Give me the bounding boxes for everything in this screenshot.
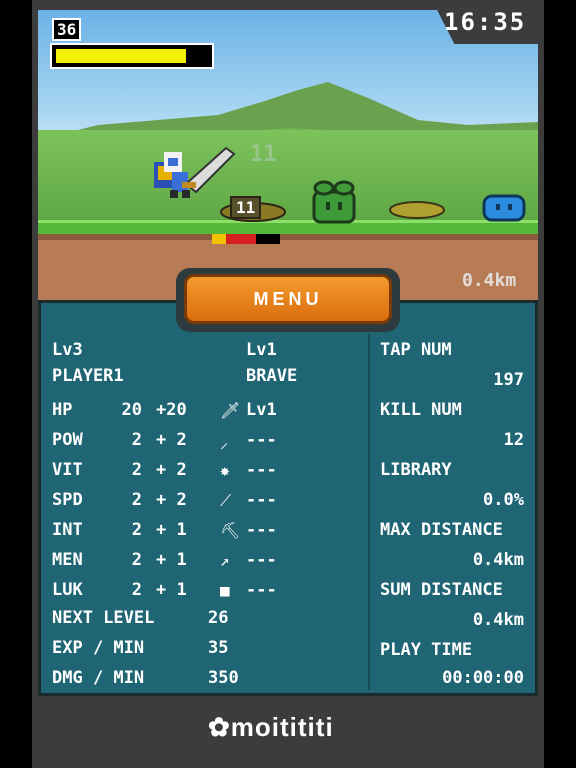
stat-name: VIT bbox=[52, 460, 83, 480]
stat-name: HP bbox=[52, 400, 73, 420]
menu-button[interactable]: MENU bbox=[184, 274, 392, 324]
next-level-label: NEXT LEVEL bbox=[52, 608, 155, 628]
player-level: Lv3 bbox=[52, 340, 83, 360]
equipment-slot-value: Lv1 bbox=[246, 400, 277, 420]
enemy-slime-sprite bbox=[482, 194, 526, 222]
equipment-slot-value: --- bbox=[246, 520, 277, 540]
max-distance-label: MAX DISTANCE bbox=[380, 520, 503, 540]
pickaxe-icon: ⛏ bbox=[220, 521, 241, 540]
max-distance-value: 0.4km bbox=[472, 550, 524, 570]
floating-damage-number: 11 bbox=[250, 142, 277, 167]
player-hp-fill bbox=[56, 49, 186, 63]
panel-divider bbox=[368, 334, 370, 690]
enemy-hp-segment-red bbox=[226, 234, 256, 244]
brand-logo: ✿moitititi bbox=[208, 712, 334, 743]
stat-base: 2 bbox=[131, 430, 142, 450]
staff-icon: ↗ bbox=[220, 551, 230, 570]
brand-name: moitititi bbox=[230, 712, 334, 742]
brand-icon: ✿ bbox=[208, 712, 231, 742]
stat-name: SPD bbox=[52, 490, 83, 510]
damage-label: 11 bbox=[230, 196, 262, 219]
player-level-badge: 36 bbox=[52, 18, 82, 41]
distance-readout: 0.4km bbox=[462, 270, 517, 291]
exp-per-min-label: EXP / MIN bbox=[52, 638, 145, 658]
clock-display: 16:35 bbox=[444, 8, 527, 36]
tap-num-label: TAP NUM bbox=[380, 340, 452, 360]
stat-name: LUK bbox=[52, 580, 83, 600]
equipment-slot-value: --- bbox=[246, 550, 277, 570]
player-hero-sprite bbox=[154, 146, 236, 198]
sword-icon: 🗡 bbox=[220, 401, 241, 420]
stat-bonus: + 1 bbox=[156, 520, 187, 540]
stat-bonus: + 1 bbox=[156, 580, 187, 600]
left-bezel bbox=[0, 0, 32, 768]
stat-bonus: + 2 bbox=[156, 490, 187, 510]
stat-base: 2 bbox=[131, 520, 142, 540]
enemy-sprout-sprite bbox=[312, 180, 356, 224]
enemy-worm-sprite bbox=[389, 201, 445, 219]
sum-distance-value: 0.4km bbox=[472, 610, 524, 630]
stat-bonus: + 1 bbox=[156, 550, 187, 570]
bow-icon: ⟋ bbox=[220, 491, 232, 510]
right-bezel bbox=[544, 0, 576, 768]
weapon-level: Lv1 bbox=[246, 340, 277, 360]
dmg-per-min-value: 350 bbox=[208, 668, 239, 688]
next-level-value: 26 bbox=[208, 608, 229, 628]
exp-per-min-value: 35 bbox=[208, 638, 229, 658]
equipment-slot-value: --- bbox=[246, 430, 277, 450]
stat-name: INT bbox=[52, 520, 83, 540]
sum-distance-label: SUM DISTANCE bbox=[380, 580, 503, 600]
enemy-hp-segment-yellow bbox=[212, 234, 226, 244]
stat-base: 20 bbox=[121, 400, 142, 420]
kill-num-label: KILL NUM bbox=[380, 400, 462, 420]
stat-base: 2 bbox=[131, 580, 142, 600]
dagger-icon: ⸝ bbox=[220, 433, 229, 452]
play-time-label: PLAY TIME bbox=[380, 640, 473, 660]
grass-field bbox=[38, 130, 538, 225]
enemy-hp-bar bbox=[212, 234, 280, 244]
stat-bonus: + 2 bbox=[156, 430, 187, 450]
stat-name: MEN bbox=[52, 550, 83, 570]
play-time-value: 00:00:00 bbox=[442, 668, 524, 688]
library-label: LIBRARY bbox=[380, 460, 452, 480]
equipment-slot-value: --- bbox=[246, 460, 277, 480]
stat-name: POW bbox=[52, 430, 83, 450]
stat-base: 2 bbox=[131, 490, 142, 510]
stat-base: 2 bbox=[131, 460, 142, 480]
stat-base: 2 bbox=[131, 550, 142, 570]
stat-bonus: +20 bbox=[156, 400, 187, 420]
weapon-name: BRAVE bbox=[246, 366, 298, 386]
stat-bonus: + 2 bbox=[156, 460, 187, 480]
dmg-per-min-label: DMG / MIN bbox=[52, 668, 145, 688]
library-value: 0.0% bbox=[483, 490, 524, 510]
equipment-slot-value: --- bbox=[246, 580, 277, 600]
dice-icon: ■ bbox=[220, 581, 230, 600]
equipment-slot-value: --- bbox=[246, 490, 277, 510]
armor-icon: ✸ bbox=[220, 461, 230, 480]
kill-num-value: 12 bbox=[503, 430, 524, 450]
player-hp-bar bbox=[50, 43, 214, 69]
tap-num-value: 197 bbox=[493, 370, 524, 390]
player-name: PLAYER1 bbox=[52, 366, 124, 386]
